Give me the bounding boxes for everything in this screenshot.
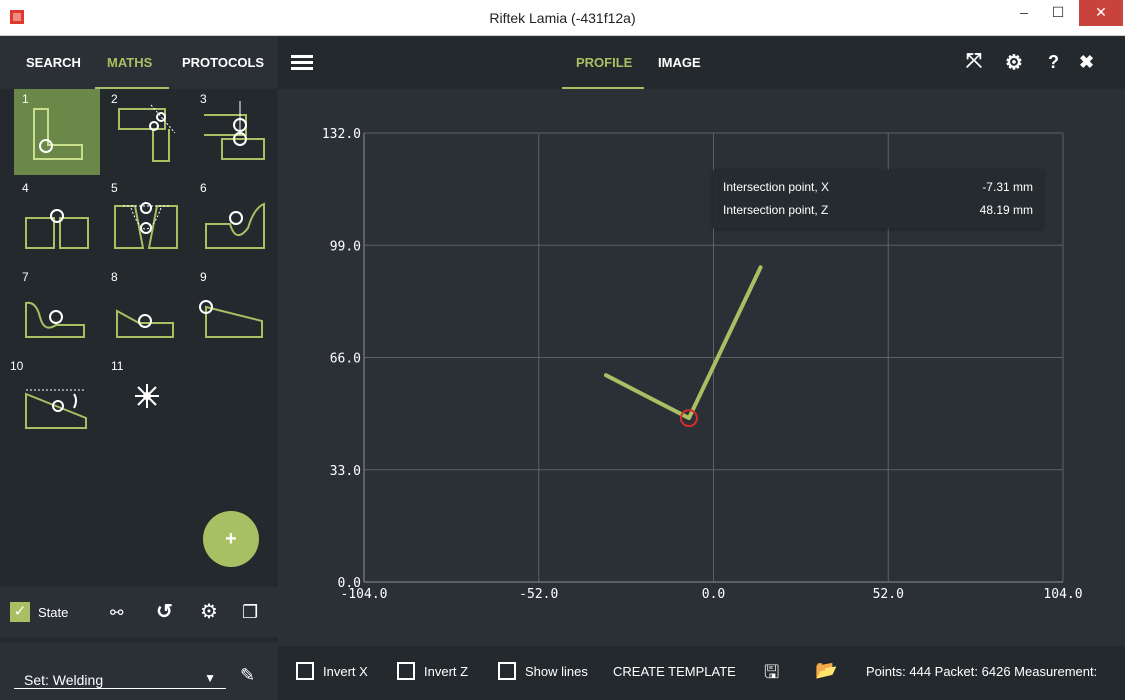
window-title: Riftek Lamia (-431f12a) (489, 10, 636, 26)
copy-icon[interactable]: ❐ (242, 601, 258, 623)
help-icon[interactable]: ? (1048, 52, 1059, 73)
corner-intersection-icon (33, 108, 83, 160)
sidebar-footer: ✓ State ⚯ ↺ ⚙ ❐ (0, 587, 278, 637)
x-tick-label: 104.0 (1043, 587, 1082, 602)
show-lines-label: Show lines (525, 664, 588, 679)
x-tick-label: 52.0 (873, 587, 904, 602)
x-tick-label: -52.0 (519, 587, 558, 602)
chevron-down-icon: ▼ (204, 671, 216, 685)
close-button[interactable]: ✕ (1079, 0, 1123, 26)
invert-x-label: Invert X (323, 664, 368, 679)
gear-icon[interactable]: ⚙ (200, 601, 218, 623)
tab-maths[interactable]: MATHS (107, 55, 152, 70)
edit-icon[interactable]: ✎ (240, 665, 255, 686)
edge-slope-icon (199, 300, 263, 338)
v-groove-icon (114, 202, 178, 249)
create-template-button[interactable]: CREATE TEMPLATE (613, 664, 736, 679)
intersection-tooltip: Intersection point, X -7.31 mm Intersect… (713, 170, 1043, 228)
gap-measure-icon (25, 389, 87, 429)
gear-icon[interactable]: ⚙ (1005, 50, 1023, 75)
close-icon[interactable]: ✖ (1079, 52, 1094, 73)
butt-joint-icon (25, 209, 89, 249)
math-tile-10[interactable]: 10 (10, 356, 100, 442)
y-tick-label: 0.0 (338, 576, 361, 591)
app-window: Riftek Lamia (-431f12a) – ☐ ✕ SEARCH MAT… (0, 0, 1125, 700)
set-select[interactable]: Set: Welding ▼ (14, 655, 226, 689)
invert-x-checkbox[interactable] (296, 662, 314, 680)
x-tick-label: 0.0 (702, 587, 725, 602)
tooltip-row-x: Intersection point, X -7.31 mm (723, 180, 1033, 200)
tooltip-value: 48.19 mm (979, 203, 1033, 217)
profile-line (603, 265, 763, 421)
tooltip-label: Intersection point, X (723, 180, 830, 194)
math-tile-1[interactable]: 1 (14, 89, 100, 175)
math-tile-6[interactable]: 6 (192, 178, 278, 264)
maximize-button[interactable]: ☐ (1041, 0, 1075, 26)
menu-icon[interactable] (291, 55, 313, 71)
show-lines-checkbox[interactable] (498, 662, 516, 680)
link-icon[interactable]: ⚯ (110, 603, 123, 625)
undo-icon[interactable]: ↺ (156, 601, 173, 623)
tab-image[interactable]: IMAGE (658, 55, 701, 70)
state-checkbox[interactable]: ✓ (10, 602, 30, 622)
math-tile-8[interactable]: 8 (103, 267, 189, 353)
y-tick-label: 99.0 (330, 239, 361, 254)
invert-z-label: Invert Z (424, 664, 469, 679)
tooltip-label: Intersection point, Z (723, 203, 829, 217)
save-icon[interactable]: 🖫 (764, 660, 779, 690)
bottom-toolbar: Invert X Invert Z Show lines CREATE TEMP… (278, 646, 1125, 700)
math-tile-5[interactable]: 5 (103, 178, 189, 264)
slope-step-icon (116, 309, 174, 338)
fullscreen-icon[interactable]: ⤧ (966, 50, 982, 73)
sidebar: SEARCH MATHS PROTOCOLS 1 2 3 4 5 6 7 8 9… (0, 37, 278, 700)
math-tile-9[interactable]: 9 (192, 267, 278, 353)
math-tile-11[interactable]: 11 (103, 356, 189, 442)
stacked-plates-icon (204, 101, 265, 160)
laser-flash-icon (135, 384, 159, 408)
tab-search[interactable]: SEARCH (26, 55, 81, 70)
fillet-groove-icon (25, 301, 85, 338)
y-tick-label: 33.0 (330, 464, 361, 479)
y-tick-label: 132.0 (322, 127, 361, 142)
sidebar-tabs: SEARCH MATHS PROTOCOLS (0, 37, 278, 89)
math-tile-3[interactable]: 3 (192, 89, 278, 175)
state-label: State (38, 605, 69, 620)
minimize-button[interactable]: – (1007, 0, 1041, 26)
tooltip-value: -7.31 mm (982, 180, 1033, 194)
folder-open-icon[interactable]: 📂 (815, 660, 837, 681)
invert-z-checkbox[interactable] (397, 662, 415, 680)
add-button[interactable]: + (203, 511, 259, 567)
curved-groove-icon (205, 202, 265, 249)
math-tile-4[interactable]: 4 (14, 178, 100, 264)
tooltip-row-z: Intersection point, Z 48.19 mm (723, 203, 1033, 223)
tab-profile[interactable]: PROFILE (576, 55, 632, 70)
main-header: PROFILE IMAGE ⤧ ⚙ ? ✖ (278, 37, 1125, 89)
lap-joint-icon (118, 104, 176, 162)
title-bar: Riftek Lamia (-431f12a) – ☐ ✕ (0, 0, 1125, 36)
math-tile-7[interactable]: 7 (14, 267, 100, 353)
status-text: Points: 444 Packet: 6426 Measurement: (866, 664, 1098, 679)
math-tile-2[interactable]: 2 (103, 89, 189, 175)
set-select-value: Set: Welding (24, 672, 104, 688)
tab-protocols[interactable]: PROTOCOLS (182, 55, 264, 70)
set-bar: Set: Welding ▼ ✎ (0, 643, 278, 700)
y-tick-label: 66.0 (330, 352, 361, 367)
